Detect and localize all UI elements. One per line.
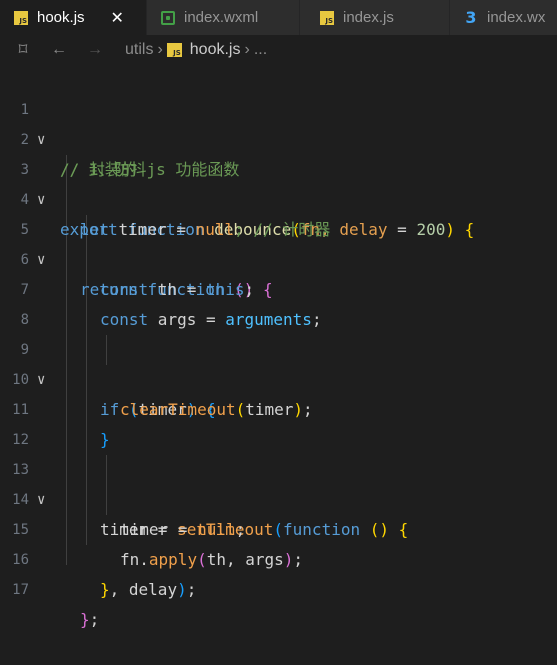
js-file-icon: JS — [320, 10, 334, 25]
code-line: 15 fn.apply(th, args); — [0, 485, 557, 569]
js-file-icon: JS — [166, 43, 182, 57]
code-text: ; — [186, 580, 197, 599]
line-number: 17 — [12, 582, 29, 598]
tab-label: hook.js — [37, 9, 85, 26]
breadcrumb: ⌑ ← → utils › JS hook.js › ... — [0, 35, 557, 65]
code-line: 8 — [0, 275, 557, 328]
paren: ) — [177, 580, 187, 599]
chevron-right-icon: › — [244, 41, 250, 58]
code-line: 17 }; — [0, 545, 557, 629]
code-line: 11 } — [0, 365, 557, 449]
code-line: 9 ∨ if (timer) { — [0, 305, 557, 419]
code-line: 5 ∨ return function () { — [0, 185, 557, 299]
breadcrumb-file[interactable]: hook.js — [190, 41, 241, 59]
code-line: 14 timer = null; — [0, 455, 557, 539]
code-line: 7 const args = arguments; — [0, 245, 557, 329]
breadcrumb-folder[interactable]: utils — [125, 41, 153, 59]
tab-label: index.wxml — [184, 9, 259, 26]
tab-label: index.js — [343, 9, 394, 26]
code-text: ; — [89, 610, 100, 629]
close-icon[interactable]: ✕ — [111, 8, 124, 28]
tab-label: index.wx — [487, 9, 546, 26]
code-text: , delay — [109, 580, 178, 599]
code-line: 16 }, delay); — [0, 515, 557, 599]
breadcrumb-trail[interactable]: ... — [254, 41, 267, 59]
code-line: 1 ∨ // 封装的 js 功能函数 — [0, 65, 557, 179]
js-file-icon: JS — [14, 10, 28, 25]
code-line: 13 ∨ timer = setTimeout(function () { — [0, 425, 557, 539]
css-file-icon: 3 — [465, 8, 477, 27]
code-line: 3 ∨ export function debounce(fn, delay =… — [0, 125, 557, 239]
code-line: 12 — [0, 395, 557, 448]
editor-tab-bar: JS hook.js ✕ index.wxml JS index.js 3 in… — [0, 0, 557, 35]
bookmark-icon[interactable]: ⌑ — [15, 40, 31, 60]
back-arrow-icon[interactable]: ← — [51, 41, 67, 59]
code-line: 4 let timer = null; // 计时器 — [0, 155, 557, 239]
chevron-right-icon: › — [157, 41, 163, 58]
tab-index-wxml[interactable]: index.wxml — [147, 0, 300, 35]
code-editor[interactable]: 1 ∨ // 封装的 js 功能函数 2 // 1、防抖 3 ∨ export … — [0, 65, 557, 629]
brace: } — [100, 580, 110, 599]
forward-arrow-icon[interactable]: → — [87, 41, 103, 59]
code-line: 10 clearTimeout(timer); — [0, 335, 557, 419]
code-line: 6 const th = this; — [0, 215, 557, 299]
tab-index-js[interactable]: JS index.js — [300, 0, 450, 35]
wxml-file-icon — [161, 10, 175, 25]
code-line: 2 // 1、防抖 — [0, 95, 557, 179]
brace: } — [80, 610, 90, 629]
tab-hook-js[interactable]: JS hook.js ✕ — [0, 0, 147, 35]
tab-index-wxss[interactable]: 3 index.wx — [450, 0, 557, 35]
